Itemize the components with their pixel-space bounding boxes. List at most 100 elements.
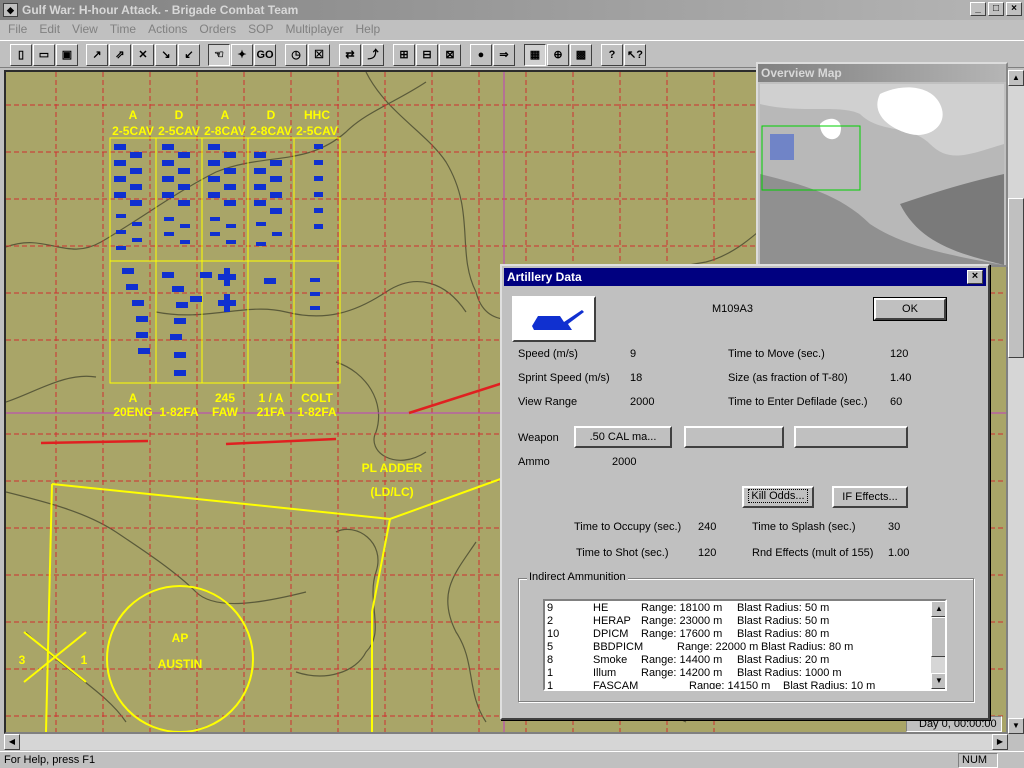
scroll-right-icon[interactable]: ▶ xyxy=(992,734,1008,750)
menu-view[interactable]: View xyxy=(66,20,104,39)
unit-label-bottom-5b: 1-82FA xyxy=(297,405,337,419)
window-title: Gulf War: H-hour Attack. - Brigade Comba… xyxy=(22,3,299,17)
dialog-title: Artillery Data × xyxy=(504,268,986,286)
withdraw-order-icon[interactable]: ↙ xyxy=(178,44,200,66)
unit-order2-icon[interactable]: ⊟ xyxy=(416,44,438,66)
unit-label-top-1b: 2-5CAV xyxy=(112,124,154,138)
menu-help[interactable]: Help xyxy=(349,20,386,39)
list-scroll-thumb[interactable] xyxy=(931,617,945,657)
overview-map-window[interactable]: Overview Map xyxy=(756,62,1008,267)
sprint-speed-value: 18 xyxy=(630,372,643,384)
unit-label-top-5b: 2-5CAV xyxy=(296,124,338,138)
phase-line-sublabel: (LD/LC) xyxy=(370,485,413,499)
kill-odds-button[interactable]: Kill Odds... xyxy=(742,486,814,508)
artillery-data-dialog: Artillery Data × M109A3 OK Speed (m/s) 9… xyxy=(500,264,990,720)
weapon-button-2[interactable] xyxy=(684,426,784,448)
go-label: GO xyxy=(256,49,274,61)
context-help-icon[interactable]: ↖? xyxy=(624,44,646,66)
menu-multiplayer[interactable]: Multiplayer xyxy=(279,20,349,39)
unit-icon-box xyxy=(512,296,596,342)
if-effects-button[interactable]: IF Effects... xyxy=(832,486,908,508)
unit-type-label: M109A3 xyxy=(712,303,753,315)
menu-orders[interactable]: Orders xyxy=(193,20,242,39)
list-scroll-down-icon[interactable]: ▼ xyxy=(931,673,945,689)
dialog-title-text: Artillery Data xyxy=(507,270,582,284)
status-bar: For Help, press F1 NUM xyxy=(0,751,1024,768)
zoom-icon[interactable]: ⊕ xyxy=(547,44,569,66)
time-to-shot-label: Time to Shot (sec.) xyxy=(576,547,669,559)
attack-order-icon[interactable]: ⇗ xyxy=(109,44,131,66)
unit-label-top-4b: 2-8CAV xyxy=(250,124,292,138)
phase-line-label: PL ADDER xyxy=(362,461,423,475)
indirect-ammunition-title: Indirect Ammunition xyxy=(527,571,628,583)
scroll-thumb-vertical[interactable] xyxy=(1008,198,1024,358)
menu-actions[interactable]: Actions xyxy=(142,20,193,39)
defilade-time-value: 60 xyxy=(890,396,903,408)
unit-order3-icon[interactable]: ⊠ xyxy=(439,44,461,66)
view-range-label: View Range xyxy=(518,396,578,408)
move-order-icon[interactable]: ↗ xyxy=(86,44,108,66)
ammunition-list-scrollbar[interactable]: ▲ ▼ xyxy=(931,601,945,689)
cancel-icon[interactable]: ☒ xyxy=(308,44,330,66)
map-vertical-scrollbar[interactable]: ▲ ▼ xyxy=(1008,70,1024,734)
scroll-up-icon[interactable]: ▲ xyxy=(1008,70,1024,86)
ok-button[interactable]: OK xyxy=(873,297,947,321)
time-to-splash-value: 30 xyxy=(888,521,901,533)
unit-label-top-3a: A xyxy=(221,108,230,122)
pointer-icon[interactable]: ✦ xyxy=(231,44,253,66)
map-icon[interactable]: ▩ xyxy=(570,44,592,66)
clock-icon[interactable]: ◷ xyxy=(285,44,307,66)
menu-edit[interactable]: Edit xyxy=(33,20,66,39)
indirect-ammunition-group: Indirect Ammunition 9 HE Range: 18100 m Bl… xyxy=(518,571,974,702)
howitzer-icon xyxy=(532,310,584,330)
overview-map[interactable] xyxy=(760,84,1004,265)
select-icon[interactable]: ☜ xyxy=(208,44,230,66)
go-button[interactable]: GO xyxy=(254,44,276,66)
maximize-button[interactable]: □ xyxy=(988,2,1004,16)
time-to-move-value: 120 xyxy=(890,348,909,360)
menu-file[interactable]: File xyxy=(2,20,33,39)
stop-icon[interactable]: ● xyxy=(470,44,492,66)
title-bar: ◆ Gulf War: H-hour Attack. - Brigade Com… xyxy=(0,0,1024,20)
ap-label: AP xyxy=(172,631,189,645)
app-icon[interactable]: ◆ xyxy=(3,3,18,17)
sprint-speed-label: Sprint Speed (m/s) xyxy=(518,372,610,384)
menu-time[interactable]: Time xyxy=(104,20,142,39)
weapon-button-1[interactable]: .50 CAL ma... xyxy=(574,426,672,448)
scroll-down-icon[interactable]: ▼ xyxy=(1008,718,1024,734)
unit-label-bottom-5a: COLT xyxy=(301,391,333,405)
arrow-icon[interactable]: ⇒ xyxy=(493,44,515,66)
overview-canvas[interactable] xyxy=(760,84,1004,265)
status-help-text: For Help, press F1 xyxy=(4,754,96,766)
weapon-button-3[interactable] xyxy=(794,426,908,448)
weapon-label: Weapon xyxy=(518,432,559,444)
route-icon[interactable]: ⤴ xyxy=(362,44,384,66)
minimize-button[interactable]: _ xyxy=(970,2,986,16)
unit-order-icon[interactable]: ⊞ xyxy=(393,44,415,66)
help-icon[interactable]: ? xyxy=(601,44,623,66)
unit-label-bottom-4a: 1 / A xyxy=(259,391,284,405)
scroll-left-icon[interactable]: ◀ xyxy=(4,734,20,750)
save-icon[interactable]: ▣ xyxy=(56,44,78,66)
menu-sop[interactable]: SOP xyxy=(242,20,279,39)
view-range-value: 2000 xyxy=(630,396,655,408)
map-horizontal-scrollbar[interactable]: ◀ ▶ xyxy=(4,734,1008,750)
ammunition-list[interactable]: 9 HE Range: 18100 m Blast Radius: 50 m 2 HE… xyxy=(543,599,947,691)
unit-icons xyxy=(114,144,323,376)
close-button[interactable]: × xyxy=(1006,2,1022,16)
formation-icon[interactable]: ⇄ xyxy=(339,44,361,66)
unit-label-top-2a: D xyxy=(175,108,184,122)
time-to-occupy-value: 240 xyxy=(698,521,717,533)
assault-order-icon[interactable]: ✕ xyxy=(132,44,154,66)
marker-right-label: 1 xyxy=(81,653,88,667)
grid-icon[interactable]: ▦ xyxy=(524,44,546,66)
defend-order-icon[interactable]: ↘ xyxy=(155,44,177,66)
defilade-time-label: Time to Enter Defilade (sec.) xyxy=(728,396,868,408)
open-icon[interactable]: ▭ xyxy=(33,44,55,66)
menu-bar: File Edit View Time Actions Orders SOP M… xyxy=(0,20,1024,39)
list-scroll-up-icon[interactable]: ▲ xyxy=(931,601,945,617)
unit-label-top-4a: D xyxy=(267,108,276,122)
rnd-effects-value: 1.00 xyxy=(888,547,910,559)
new-icon[interactable]: ▯ xyxy=(10,44,32,66)
dialog-close-button[interactable]: × xyxy=(967,270,983,284)
